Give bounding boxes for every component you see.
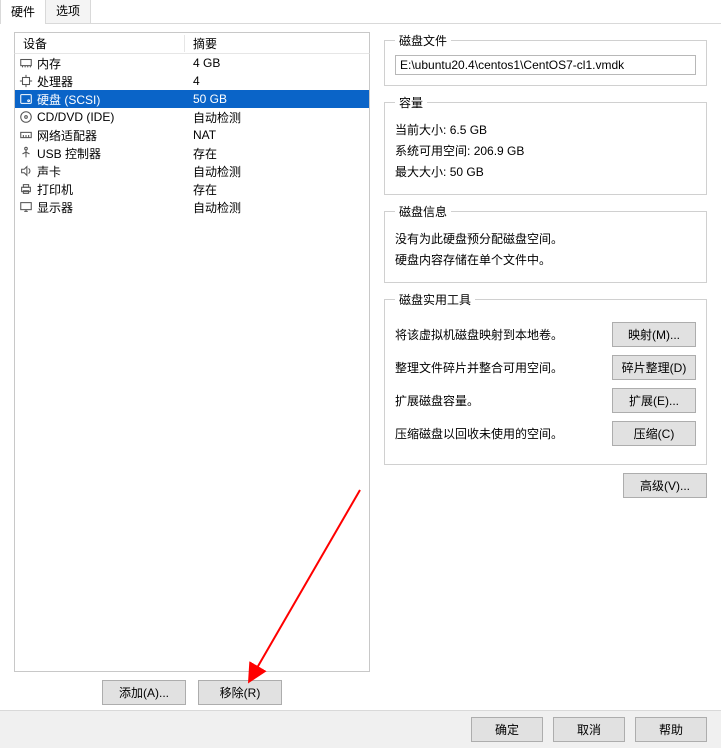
current-size-value: 6.5 GB [450,123,487,137]
disk-file-input[interactable] [395,55,696,75]
ok-button[interactable]: 确定 [471,717,543,742]
device-summary: 存在 [185,181,217,198]
disk-file-group: 磁盘文件 [384,32,707,86]
cancel-button[interactable]: 取消 [553,717,625,742]
device-row[interactable]: 硬盘 (SCSI) 50 GB [15,90,369,108]
shrink-desc: 压缩磁盘以回收未使用的空间。 [395,425,602,442]
device-row[interactable]: 打印机 存在 [15,180,369,198]
device-name: USB 控制器 [37,145,101,162]
disk-icon [19,92,33,106]
device-row[interactable]: CD/DVD (IDE) 自动检测 [15,108,369,126]
device-row[interactable]: 处理器 4 [15,72,369,90]
device-summary: 4 [185,74,200,88]
usb-icon [19,146,33,160]
device-summary: 50 GB [185,92,227,106]
defrag-button[interactable]: 碎片整理(D) [612,355,696,380]
free-space-label: 系统可用空间: [395,144,470,158]
disk-info-line1: 没有为此硬盘预分配磁盘空间。 [395,230,696,247]
cpu-icon [19,74,33,88]
help-button[interactable]: 帮助 [635,717,707,742]
device-row[interactable]: 声卡 自动检测 [15,162,369,180]
device-row[interactable]: 内存 4 GB [15,54,369,72]
device-summary: 自动检测 [185,163,241,180]
defrag-desc: 整理文件碎片并整合可用空间。 [395,359,602,376]
shrink-button[interactable]: 压缩(C) [612,421,696,446]
map-desc: 将该虚拟机磁盘映射到本地卷。 [395,326,602,343]
add-button[interactable]: 添加(A)... [102,680,186,705]
free-space-value: 206.9 GB [474,144,525,158]
expand-button[interactable]: 扩展(E)... [612,388,696,413]
device-name: 网络适配器 [37,127,97,144]
device-list[interactable]: 内存 4 GB 处理器 4 硬盘 (SCSI) 50 GB CD/DVD (ID… [14,54,370,672]
tab-options[interactable]: 选项 [45,0,91,23]
max-size-label: 最大大小: [395,165,446,179]
advanced-button[interactable]: 高级(V)... [623,473,707,498]
expand-desc: 扩展磁盘容量。 [395,392,602,409]
device-name: 内存 [37,55,61,72]
display-icon [19,200,33,214]
device-summary: 自动检测 [185,109,241,126]
disk-utilities-group: 磁盘实用工具 将该虚拟机磁盘映射到本地卷。 映射(M)... 整理文件碎片并整合… [384,291,707,465]
device-row[interactable]: 显示器 自动检测 [15,198,369,216]
capacity-legend: 容量 [395,94,427,111]
device-name: 显示器 [37,199,73,216]
current-size-label: 当前大小: [395,123,446,137]
max-size-value: 50 GB [450,165,484,179]
net-icon [19,128,33,142]
disk-info-group: 磁盘信息 没有为此硬盘预分配磁盘空间。 硬盘内容存储在单个文件中。 [384,203,707,283]
tab-strip: 硬件 选项 [0,0,721,24]
col-summary: 摘要 [185,35,217,52]
device-summary: NAT [185,128,216,142]
device-summary: 存在 [185,145,217,162]
device-name: CD/DVD (IDE) [37,110,114,124]
disk-info-legend: 磁盘信息 [395,203,451,220]
device-name: 处理器 [37,73,73,90]
device-row[interactable]: USB 控制器 存在 [15,144,369,162]
disk-info-line2: 硬盘内容存储在单个文件中。 [395,251,696,268]
sound-icon [19,164,33,178]
device-name: 硬盘 (SCSI) [37,91,100,108]
capacity-group: 容量 当前大小: 6.5 GB 系统可用空间: 206.9 GB 最大大小: 5… [384,94,707,195]
disk-file-legend: 磁盘文件 [395,32,451,49]
cd-icon [19,110,33,124]
device-name: 打印机 [37,181,73,198]
device-row[interactable]: 网络适配器 NAT [15,126,369,144]
device-summary: 4 GB [185,56,220,70]
device-name: 声卡 [37,163,61,180]
disk-utilities-legend: 磁盘实用工具 [395,291,475,308]
device-summary: 自动检测 [185,199,241,216]
remove-button[interactable]: 移除(R) [198,680,282,705]
device-list-header: 设备 摘要 [14,32,370,54]
memory-icon [19,56,33,70]
col-device: 设备 [15,35,185,52]
dialog-footer: 确定 取消 帮助 [0,710,721,748]
tab-hardware[interactable]: 硬件 [0,0,46,24]
printer-icon [19,182,33,196]
map-button[interactable]: 映射(M)... [612,322,696,347]
